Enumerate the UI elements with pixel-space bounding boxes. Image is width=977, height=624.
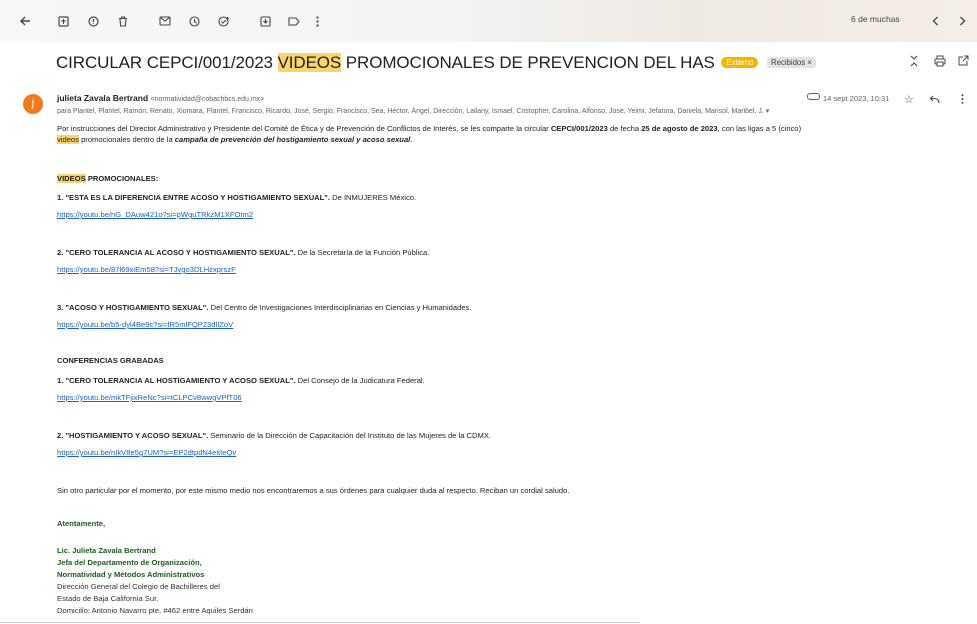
sender-line: julieta Zavala Bertrand <normatividad@co… [57,93,264,103]
conference-title: 1. "CERO TOLERANCIA AL HOSTIGAMIENTO Y A… [57,376,296,385]
section-videos-heading: VIDEOS PROMOCIONALES: [57,174,158,183]
mark-unread-icon[interactable] [157,11,173,31]
collapse-all-icon[interactable] [909,55,919,70]
date-text: 14 sept 2023, 10:31 [823,94,890,103]
conference-link-1[interactable]: https://youtu.be/mkTFjixReNc?si=tCLPCv8w… [57,393,242,402]
signature-role-2: Normatividad y Métodos Administrativos [57,570,205,579]
video-source: De INMUJERES México. [330,193,417,202]
star-icon[interactable]: ☆ [904,93,914,106]
intro-text-4: promocionales dentro de la [78,135,175,144]
open-new-window-icon[interactable] [958,55,969,69]
video-title: 1. "ESTA ES LA DIFERENCIA ENTRE ACOSO Y … [57,193,331,202]
video-title: 2. "CERO TOLERANCIA AL ACOSO Y HOSTIGAMI… [57,248,296,257]
signature-org-1: Dirección General del Colegio de Bachill… [57,582,220,591]
older-chevron-icon[interactable] [955,11,969,31]
email-subject: CIRCULAR CEPCI/001/2023 VIDEOS PROMOCION… [56,53,816,73]
signoff: Atentamente, [57,519,106,528]
add-task-icon[interactable] [216,11,232,31]
subject-highlight: VIDEOS [277,53,342,72]
subject-text-after: PROMOCIONALES DE PREVENCION DEL HAS [341,53,715,72]
conference-item-1: 1. "CERO TOLERANCIA AL HOSTIGAMIENTO Y A… [57,376,425,385]
inbox-label-chip[interactable]: Recibidos × [766,57,816,68]
video-source: Del Centro de Investigaciones Interdisci… [208,303,472,312]
intro-circular: CEPCI/001/2023 [550,124,608,133]
attachment-icon [807,93,820,100]
delete-icon[interactable] [115,11,131,31]
section-conferences-heading: CONFERENCIAS GRABADAS [57,356,164,365]
intro-text-5: . [410,135,413,144]
signature-org-2: Estado de Baja California Sur. [57,594,159,603]
video-link-1[interactable]: https://youtu.be/nG_DAuw421o?si=pWguTRkz… [57,210,253,219]
video-link-2[interactable]: https://youtu.be/87l69xiEm58?si=TJvgo3DL… [57,265,236,274]
intro-text-3: , con las ligas a 5 (cinco) [717,124,802,133]
recipients-line[interactable]: para Plantel, Plantel, Ramón, Renato, Xi… [57,107,769,115]
signature-role-1: Jefa del Departamento de Organización, [57,558,202,567]
conference-link-2[interactable]: https://youtu.be/nIkV8e5g7UM?si=EP2dtpdN… [57,448,236,457]
subject-text-before: CIRCULAR CEPCI/001/2023 [56,53,278,72]
snooze-icon[interactable] [186,11,202,31]
closing-paragraph: Sin otro particular por el momento, por … [57,486,570,495]
conference-source: Seminario de la Dirección de Capacitació… [208,431,492,440]
intro-date: 25 de agosto de 2023 [641,124,718,133]
intro-campaign: campaña de prevención del hostigamiento … [174,135,411,144]
print-icon[interactable] [934,55,946,70]
archive-icon[interactable] [55,11,71,31]
sender-email: <normatividad@cobachbcs.edu.mx> [150,96,265,103]
intro-text-2: de fecha [607,124,642,133]
report-spam-icon[interactable] [85,11,101,31]
message-toolbar: 6 de muchas [0,0,977,42]
video-item-1: 1. "ESTA ES LA DIFERENCIA ENTRE ACOSO Y … [57,193,416,202]
recipients-text: para Plantel, Plantel, Ramón, Renato, Xi… [57,108,764,115]
external-badge: Externo [721,57,759,68]
intro-paragraph-line-1: Por instrucciones del Director Administr… [57,124,801,133]
conference-source: Del Consejo de la Judicatura Federal. [295,376,425,385]
conference-item-2: 2. "HOSTIGAMIENTO Y ACOSO SEXUAL". Semin… [57,431,491,440]
label-icon[interactable] [286,11,302,31]
sender-avatar[interactable]: j [23,94,43,114]
back-arrow-icon[interactable] [17,11,33,31]
message-more-icon[interactable] [961,93,964,107]
reply-icon[interactable] [929,93,940,107]
pager-count: 6 de muchas [851,14,900,24]
signature-name: Lic. Julieta Zavala Bertrand [57,546,156,555]
intro-text-1: Por instrucciones del Director Administr… [57,124,551,133]
move-to-icon[interactable] [257,11,273,31]
section-videos-highlight: VIDEOS [57,174,86,183]
intro-paragraph-line-2: videos promocionales dentro de la campañ… [57,135,412,144]
intro-videos-highlight: videos [57,135,79,144]
newer-chevron-icon[interactable] [928,11,942,31]
video-item-3: 3. "ACOSO Y HOSTIGAMIENTO SEXUAL". Del C… [57,303,471,312]
sender-name[interactable]: julieta Zavala Bertrand [57,93,148,103]
video-title: 3. "ACOSO Y HOSTIGAMIENTO SEXUAL". [57,303,209,312]
more-options-icon[interactable] [312,11,322,31]
divider [0,622,640,623]
message-date: 14 sept 2023, 10:31 [807,93,889,103]
video-item-2: 2. "CERO TOLERANCIA AL ACOSO Y HOSTIGAMI… [57,248,429,257]
signature-address: Domicilio: Antonio Navarro pte. #462 ent… [57,606,253,615]
conference-title: 2. "HOSTIGAMIENTO Y ACOSO SEXUAL". [57,431,209,440]
section-videos-rest: PROMOCIONALES: [85,174,159,183]
video-link-3[interactable]: https://youtu.be/b5-dyl4Be9c?si=fR5mlFQP… [57,320,233,329]
show-details-icon[interactable]: ▾ [766,108,770,115]
video-source: De la Secretaría de la Función Pública. [295,248,430,257]
